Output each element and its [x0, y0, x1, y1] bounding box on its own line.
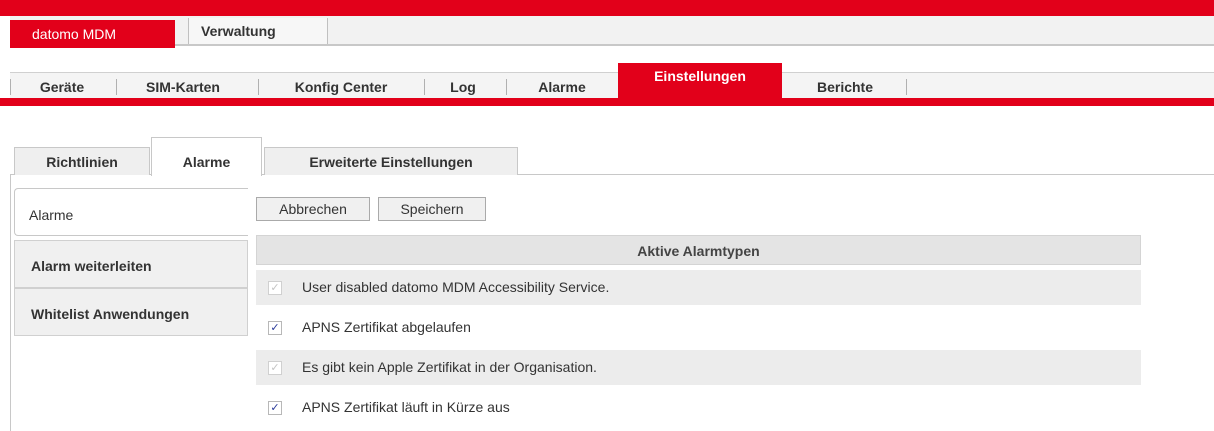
- app-tab-datomo-mdm[interactable]: datomo MDM: [10, 20, 175, 48]
- table-row: ✓ User disabled datomo MDM Accessibility…: [256, 270, 1141, 305]
- tab-alarme[interactable]: Alarme: [151, 137, 262, 176]
- nav-item-konfig-center[interactable]: Konfig Center: [262, 73, 420, 99]
- top-brand-bar: [0, 0, 1214, 16]
- side-nav-whitelist-anwendungen[interactable]: Whitelist Anwendungen: [14, 288, 248, 336]
- table-row: ✓ Es gibt kein Apple Zertifikat in der O…: [256, 350, 1141, 385]
- nav-item-sim-karten[interactable]: SIM-Karten: [120, 73, 246, 99]
- nav-separator: [506, 79, 507, 95]
- app-tab-verwaltung[interactable]: Verwaltung: [188, 18, 328, 44]
- alarm-label: APNS Zertifikat läuft in Kürze aus: [302, 399, 510, 415]
- tab-richtlinien[interactable]: Richtlinien: [14, 147, 150, 175]
- nav-separator: [258, 79, 259, 95]
- nav-item-einstellungen[interactable]: Einstellungen: [618, 63, 782, 99]
- nav-item-geraete[interactable]: Geräte: [14, 73, 110, 99]
- nav-item-berichte[interactable]: Berichte: [786, 73, 904, 99]
- nav-item-alarme[interactable]: Alarme: [510, 73, 614, 99]
- table-row: ✓ APNS Zertifikat läuft in Kürze aus: [256, 390, 1141, 425]
- alarm-label: User disabled datomo MDM Accessibility S…: [302, 279, 610, 295]
- check-icon: ✓: [268, 281, 282, 295]
- alarm-types-table: Aktive Alarmtypen ✓ User disabled datomo…: [256, 235, 1141, 425]
- tab-erweiterte-einstellungen[interactable]: Erweiterte Einstellungen: [264, 147, 518, 175]
- panel-left-border: [10, 175, 11, 431]
- alarm-label: APNS Zertifikat abgelaufen: [302, 319, 471, 335]
- app-tab-bar: datomo MDM Verwaltung: [10, 16, 1214, 48]
- save-button[interactable]: Speichern: [378, 197, 486, 221]
- alarm-label: Es gibt kein Apple Zertifikat in der Org…: [302, 359, 597, 375]
- main-nav: Geräte SIM-Karten Konfig Center Log Alar…: [10, 63, 1214, 99]
- side-nav-alarm-weiterleiten[interactable]: Alarm weiterleiten: [14, 240, 248, 288]
- table-row: ✓ APNS Zertifikat abgelaufen: [256, 310, 1141, 345]
- nav-separator: [116, 79, 117, 95]
- check-icon[interactable]: ✓: [268, 401, 282, 415]
- cancel-button[interactable]: Abbrechen: [256, 197, 370, 221]
- nav-separator: [424, 79, 425, 95]
- table-header: Aktive Alarmtypen: [256, 235, 1141, 265]
- check-icon[interactable]: ✓: [268, 321, 282, 335]
- nav-item-log[interactable]: Log: [428, 73, 498, 99]
- nav-separator: [10, 79, 11, 95]
- nav-separator: [906, 79, 907, 95]
- side-nav-alarme[interactable]: Alarme: [14, 188, 248, 236]
- check-icon: ✓: [268, 361, 282, 375]
- nav-brand-stripe: [0, 98, 1214, 106]
